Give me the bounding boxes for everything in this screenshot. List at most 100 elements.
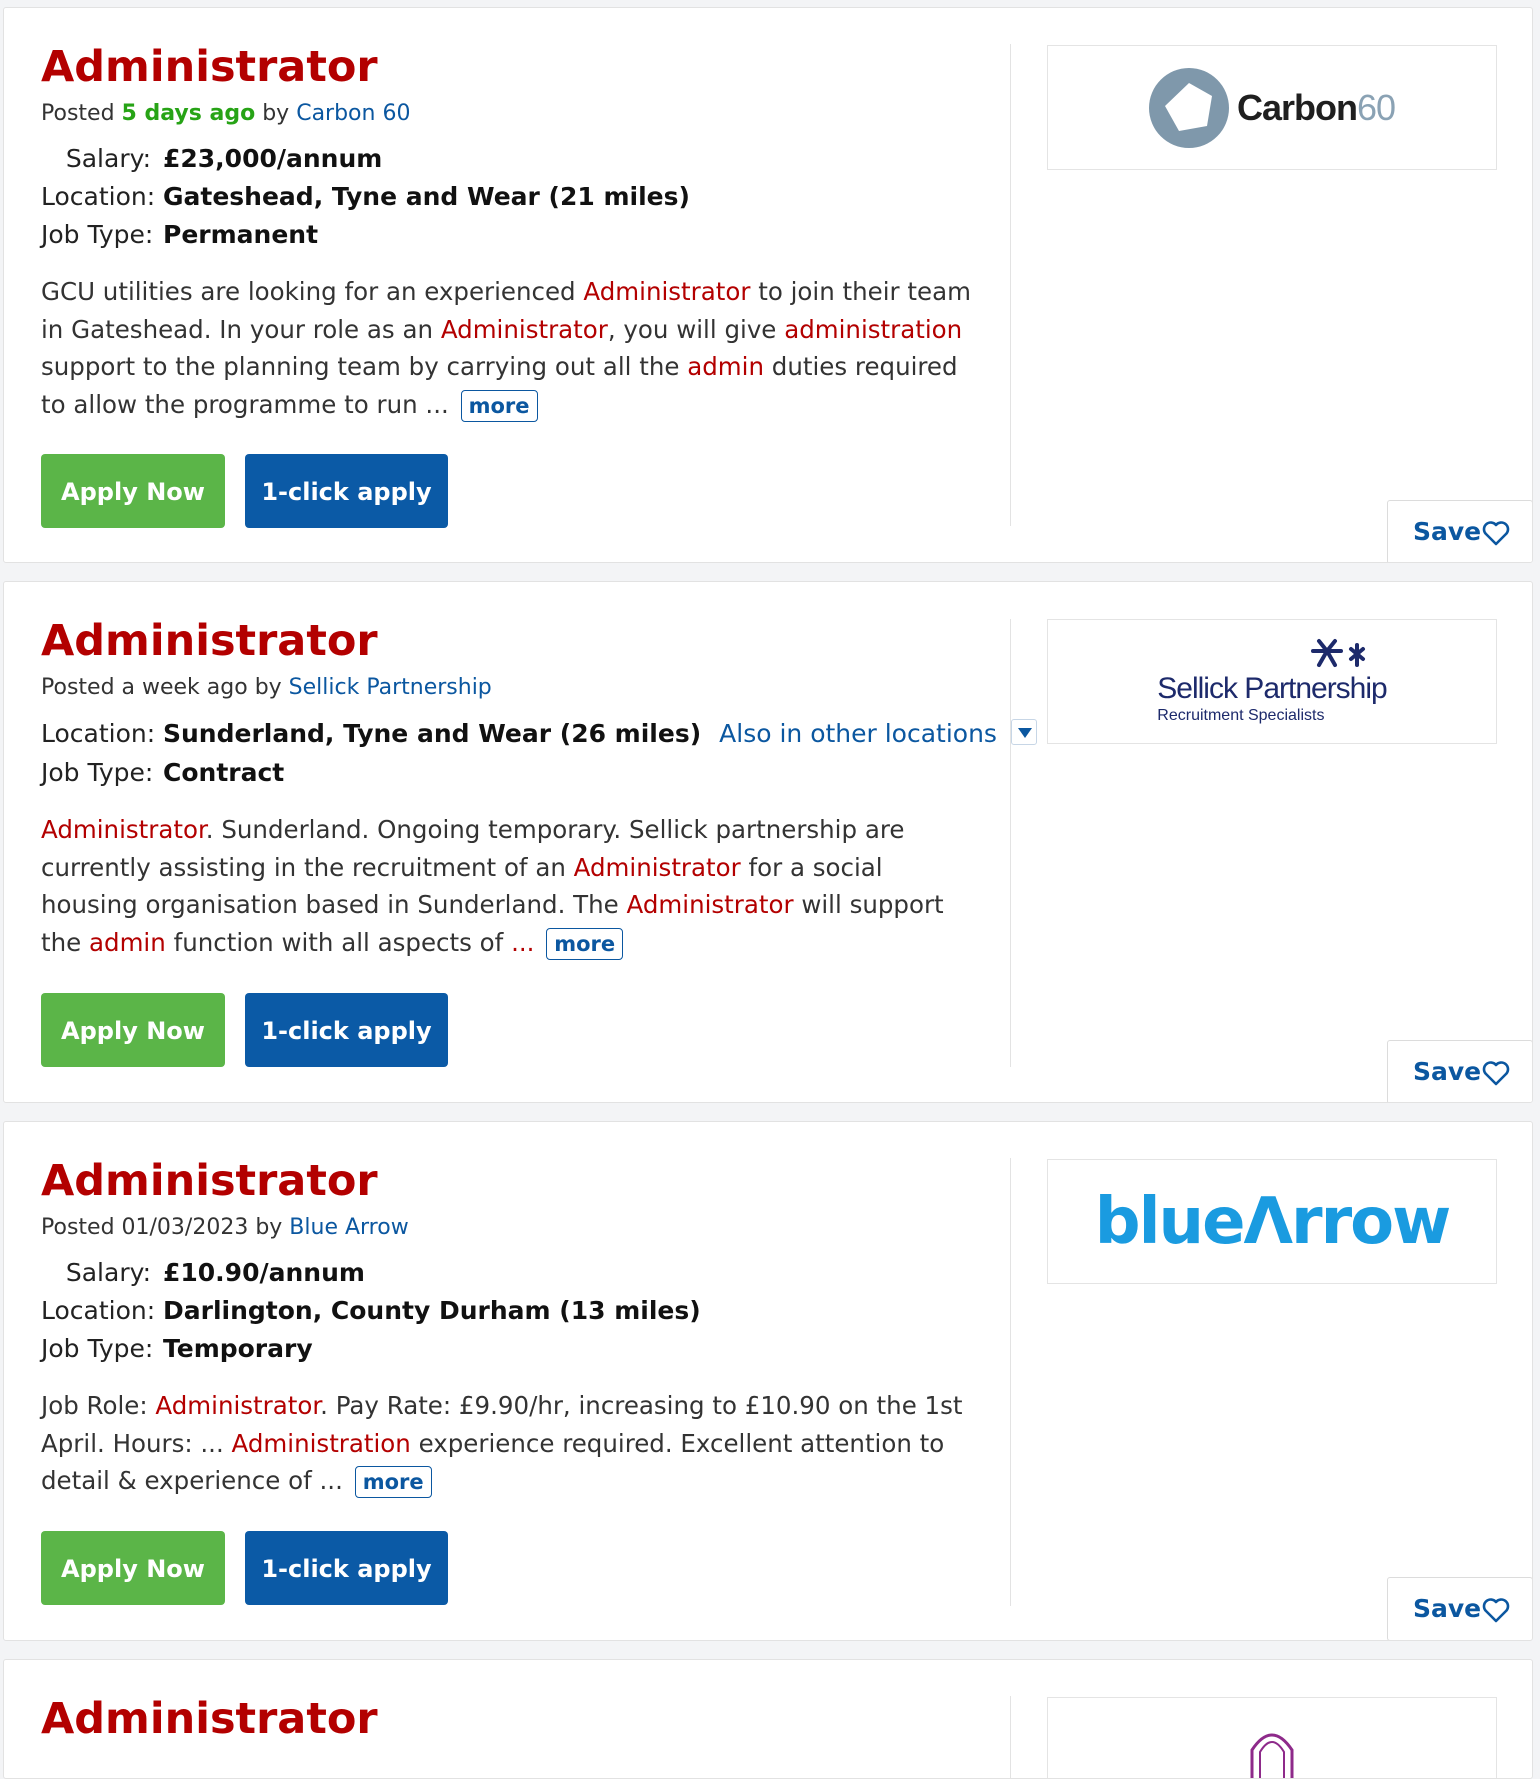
job-title-link[interactable]: Administrator <box>41 612 378 670</box>
apply-now-button[interactable]: Apply Now <box>41 1531 225 1605</box>
save-button[interactable]: Save <box>1387 500 1532 562</box>
heart-icon <box>1482 1061 1510 1086</box>
salary-row: Salary: £23,000/annum <box>41 141 382 177</box>
posted-prefix: Posted <box>41 101 122 126</box>
job-card: Administrator Posted 5 days ago by Carbo… <box>3 7 1533 563</box>
location-value: Darlington, County Durham (13 miles) <box>163 1296 701 1325</box>
more-button[interactable]: more <box>546 927 624 960</box>
desc-keyword: Administrator <box>155 1391 321 1420</box>
posted-info: Posted 01/03/2023 by Blue Arrow <box>41 1213 409 1243</box>
carbon60-mark-icon <box>1148 67 1229 148</box>
sellick-people-icon <box>1311 638 1366 667</box>
posted-by: by <box>255 101 297 126</box>
save-button[interactable]: Save <box>1387 1040 1532 1102</box>
logo-text: blueΛrrow <box>1094 1184 1451 1259</box>
job-card: Administrator Posted 01/03/2023 by Blue … <box>3 1121 1533 1641</box>
jobtype-row: Job Type: Contract <box>41 755 284 791</box>
company-link[interactable]: Blue Arrow <box>289 1215 408 1240</box>
salary-label: Salary: <box>65 1258 151 1287</box>
divider <box>1010 1696 1011 1778</box>
location-label: Location: <box>41 719 156 748</box>
desc-keyword: administration <box>784 314 963 344</box>
desc-keyword: Administrator <box>41 815 206 844</box>
apply-now-button[interactable]: Apply Now <box>41 454 225 528</box>
jobtype-value: Contract <box>163 758 285 787</box>
logo-text-number: 60 <box>1356 86 1396 128</box>
desc-text: GCU utilities are looking for an experie… <box>41 277 584 306</box>
company-link[interactable]: Carbon 60 <box>296 101 410 126</box>
desc-keyword: ... <box>511 927 535 957</box>
salary-value: £10.90/annum <box>163 1258 365 1287</box>
job-title-link[interactable]: Administrator <box>41 1152 378 1210</box>
salary-value: £23,000/annum <box>163 144 383 173</box>
desc-keyword: Administrator <box>626 890 794 919</box>
location-row: Location: Sunderland, Tyne and Wear (26 m… <box>41 716 1037 752</box>
divider <box>1010 44 1011 526</box>
more-button[interactable]: more <box>460 389 538 422</box>
jobtype-row: Job Type: Permanent <box>41 217 318 253</box>
location-row: Location: Gateshead, Tyne and Wear (21 mi… <box>41 179 690 215</box>
jobtype-label: Job Type: <box>41 1334 154 1363</box>
desc-keyword: Administrator <box>583 277 751 306</box>
crest-logo-icon <box>1250 1733 1294 1778</box>
location-row: Location: Darlington, County Durham (13 m… <box>41 1293 701 1329</box>
desc-keyword: Administrator <box>573 852 741 882</box>
job-description: Administrator. Sunderland. Ongoing tempo… <box>41 811 981 961</box>
posted-info: Posted a week ago by Sellick Partnership <box>41 673 492 703</box>
desc-text: support to the planning team by carrying… <box>41 352 688 381</box>
sellick-logo: Sellick Partnership Recruitment Speciali… <box>1157 637 1388 727</box>
jobtype-row: Job Type: Temporary <box>41 1331 313 1367</box>
jobtype-value: Permanent <box>163 220 319 249</box>
job-card: Administrator Posted a week ago by Selli… <box>3 581 1533 1103</box>
heart-icon <box>1482 521 1510 546</box>
more-button[interactable]: more <box>354 1466 432 1498</box>
save-button[interactable]: Save <box>1387 1577 1532 1640</box>
salary-label: Salary: <box>65 144 151 173</box>
posted-info: Posted 5 days ago by Carbon 60 <box>41 99 410 129</box>
desc-keyword: admin <box>687 352 764 381</box>
location-value: Gateshead, Tyne and Wear (21 miles) <box>163 182 690 211</box>
apply-now-button[interactable]: Apply Now <box>41 993 225 1067</box>
jobtype-value: Temporary <box>163 1334 313 1363</box>
other-locations-dropdown-icon[interactable] <box>1010 719 1037 745</box>
salary-row: Salary: £10.90/annum <box>41 1255 365 1291</box>
location-label: Location: <box>41 1296 156 1325</box>
location-value: Sunderland, Tyne and Wear (26 miles) <box>163 719 702 748</box>
one-click-apply-button[interactable]: 1-click apply <box>245 454 448 528</box>
other-locations-link[interactable]: Also in other locations <box>719 719 997 748</box>
save-label: Save <box>1413 1594 1482 1623</box>
jobtype-label: Job Type: <box>41 758 154 787</box>
job-description: GCU utilities are looking for an experie… <box>41 273 981 423</box>
posted-text: Posted 01/03/2023 by <box>41 1215 290 1240</box>
desc-keyword: Administration <box>231 1428 411 1458</box>
logo-tagline: Recruitment Specialists <box>1157 706 1325 724</box>
desc-text: function with all aspects of <box>165 927 512 957</box>
divider <box>1010 619 1011 1067</box>
logo-text: Carbon60 <box>1236 86 1396 129</box>
logo-name: Sellick Partnership <box>1157 671 1387 705</box>
company-link[interactable]: Sellick Partnership <box>289 675 492 700</box>
location-label: Location: <box>41 182 156 211</box>
divider <box>1010 1158 1011 1606</box>
company-logo[interactable]: Sellick Partnership Recruitment Speciali… <box>1047 619 1497 744</box>
job-title-link[interactable]: Administrator <box>41 1690 378 1748</box>
jobtype-label: Job Type: <box>41 220 154 249</box>
one-click-apply-button[interactable]: 1-click apply <box>245 993 448 1067</box>
save-label: Save <box>1413 1057 1482 1086</box>
desc-text: Job Role: <box>41 1391 156 1420</box>
company-logo[interactable]: Carbon60 <box>1047 45 1497 170</box>
heart-icon <box>1482 1598 1510 1623</box>
job-card: Administrator <box>3 1659 1533 1779</box>
desc-keyword: Administrator <box>440 314 608 344</box>
logo-text-main: Carbon <box>1236 86 1358 128</box>
company-logo[interactable] <box>1047 1697 1497 1778</box>
job-description: Job Role: Administrator. Pay Rate: £9.90… <box>41 1387 981 1500</box>
job-title-link[interactable]: Administrator <box>41 38 378 96</box>
desc-text: , you will give <box>607 314 785 344</box>
one-click-apply-button[interactable]: 1-click apply <box>245 1531 448 1605</box>
desc-keyword: admin <box>89 927 166 957</box>
posted-text: Posted a week ago by <box>41 675 289 700</box>
company-logo[interactable]: blueΛrrow <box>1047 1159 1497 1284</box>
save-label: Save <box>1413 517 1482 546</box>
posted-date: 5 days ago <box>121 101 256 126</box>
